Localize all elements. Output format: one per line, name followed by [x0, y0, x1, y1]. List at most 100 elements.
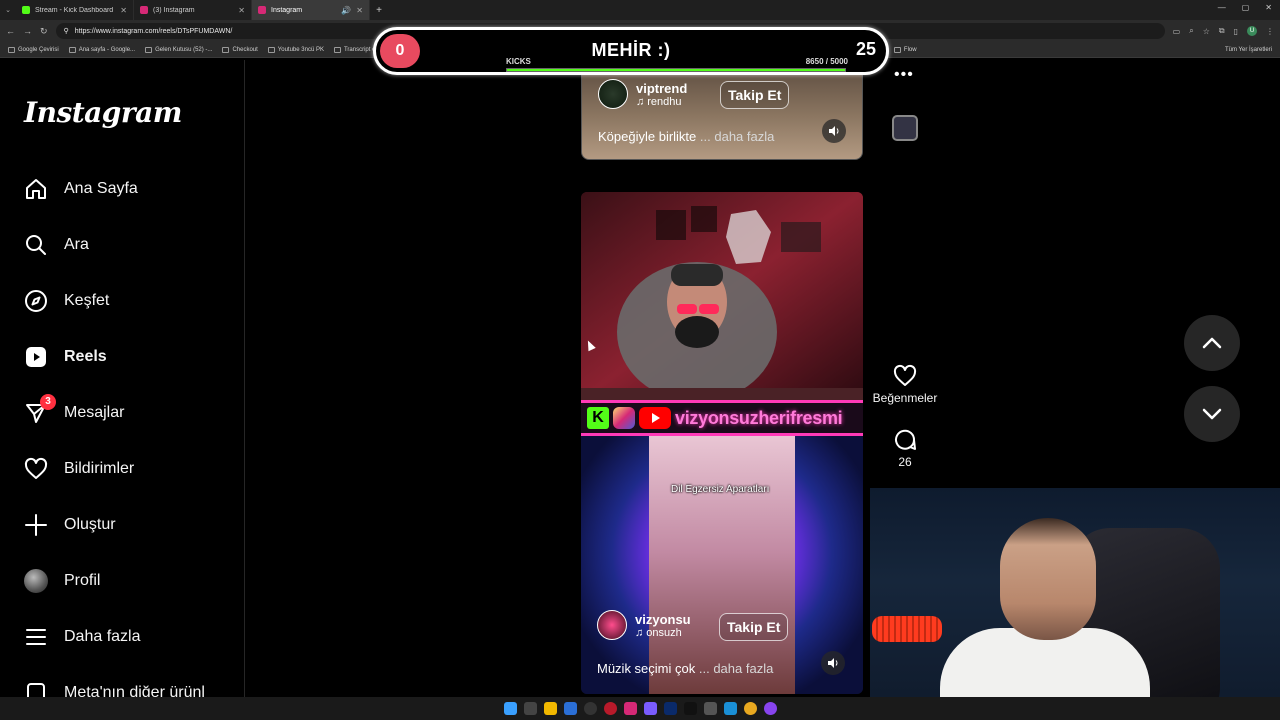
folder-icon: [145, 46, 153, 53]
zoom-icon[interactable]: ⌕: [1189, 26, 1193, 36]
sidebar-item-messages[interactable]: 3 Mesajlar: [24, 394, 124, 425]
reel-caption-more[interactable]: ... daha fazla: [700, 129, 774, 144]
site-info-icon[interactable]: ⚲: [64, 27, 69, 35]
tab-kick-dashboard[interactable]: Stream - Kick Dashboard ✕: [16, 0, 134, 20]
channel-banner: K vizyonsuzherifresmi: [581, 400, 863, 436]
task-view-icon[interactable]: [523, 702, 537, 715]
sidepanel-icon[interactable]: ▯: [1234, 27, 1238, 36]
folder-icon: [267, 46, 275, 53]
all-bookmarks-label: Tüm Yer İşaretleri: [1224, 46, 1272, 53]
instagram-app-icon[interactable]: [623, 702, 637, 715]
reel-caption[interactable]: Müzik seçimi çok ... daha fazla: [597, 661, 773, 676]
like-action[interactable]: Beğenmeler: [872, 364, 938, 405]
bookmark-item[interactable]: Flow: [893, 46, 917, 53]
comment-action[interactable]: 26: [872, 428, 938, 469]
explore-icon: [24, 289, 48, 313]
maximize-icon[interactable]: ▢: [1242, 3, 1250, 12]
app-icon[interactable]: [763, 702, 777, 715]
all-bookmarks-link[interactable]: Tüm Yer İşaretleri: [1225, 47, 1272, 53]
chrome-icon[interactable]: [743, 702, 757, 715]
close-window-icon[interactable]: ✕: [1265, 3, 1272, 12]
app-icon[interactable]: [563, 702, 577, 715]
capcut-icon[interactable]: [703, 702, 717, 715]
reel-current[interactable]: K vizyonsuzherifresmi Dil Egzersiz Apara…: [581, 192, 863, 694]
more-options-icon[interactable]: •••: [894, 66, 914, 84]
reel-caption[interactable]: Köpeğiyle birlikte ... daha fazla: [598, 129, 774, 144]
sidebar-item-create[interactable]: Oluştur: [24, 513, 116, 537]
tab-audio-icon[interactable]: 🔊: [341, 6, 351, 15]
minimize-icon[interactable]: —: [1218, 3, 1226, 12]
window-controls: — ▢ ✕: [1218, 3, 1272, 12]
mute-button[interactable]: [822, 119, 846, 143]
back-icon[interactable]: ←: [6, 26, 15, 36]
goal-progress-bar: [506, 68, 846, 72]
next-reel-button[interactable]: [1184, 386, 1240, 442]
goal-progress-text: 8650 / 5000: [805, 57, 848, 66]
sidebar-item-reels[interactable]: Reels: [24, 345, 107, 369]
instagram-logo[interactable]: Instagram: [24, 96, 182, 129]
mute-button[interactable]: [821, 651, 845, 675]
sidebar-item-more[interactable]: Daha fazla: [24, 625, 141, 649]
browser-tabbar: ⌄ Stream - Kick Dashboard ✕ (3) Instagra…: [0, 0, 1280, 20]
reel-username[interactable]: vizyonsu: [635, 612, 691, 627]
star-icon[interactable]: ☆: [1203, 27, 1210, 36]
reel-caption-text: Köpeğiyle birlikte: [598, 129, 697, 144]
discord-icon[interactable]: [643, 702, 657, 715]
tab-menu-icon[interactable]: ⌄: [0, 6, 16, 14]
bookmark-item[interactable]: Youtube 3ncü PK: [267, 46, 324, 53]
tab-label: Stream - Kick Dashboard: [35, 6, 114, 14]
sidebar-item-explore[interactable]: Keşfet: [24, 289, 109, 313]
music-note-icon: ♫: [635, 626, 644, 639]
tab-instagram-1[interactable]: (3) Instagram ✕: [134, 0, 252, 20]
reel-caption-more[interactable]: ... daha fazla: [699, 661, 773, 676]
cast-icon[interactable]: ▭: [1173, 27, 1181, 36]
obs-icon[interactable]: [583, 702, 597, 715]
follow-button[interactable]: Takip Et: [719, 613, 789, 641]
extensions-icon[interactable]: ⧉: [1219, 26, 1225, 36]
reel-audio[interactable]: ♫ rendhu: [636, 96, 687, 108]
reel-caption-text: Müzik seçimi çok: [597, 661, 696, 676]
bookmark-item[interactable]: Google Çevirisi: [8, 46, 59, 53]
sidebar-item-search[interactable]: Ara: [24, 233, 89, 257]
file-explorer-icon[interactable]: [543, 702, 557, 715]
original-audio-thumbnail[interactable]: [892, 115, 918, 141]
tiktok-icon[interactable]: [683, 702, 697, 715]
photoshop-icon[interactable]: [663, 702, 677, 715]
previous-reel-button[interactable]: [1184, 315, 1240, 371]
bookmark-item[interactable]: Ana sayfa - Google...: [68, 46, 136, 53]
edge-icon[interactable]: [723, 702, 737, 715]
reel-audio[interactable]: ♫ onsuzh: [635, 627, 691, 639]
tab-close-icon[interactable]: ✕: [356, 6, 363, 15]
comment-icon: [895, 429, 916, 450]
sidebar-item-notifications[interactable]: Bildirimler: [24, 457, 134, 481]
follow-button[interactable]: Takip Et: [720, 81, 790, 109]
folder-icon: [893, 46, 901, 53]
likes-label: Beğenmeler: [872, 391, 938, 405]
reel-previous[interactable]: viptrend ♫ rendhu Takip Et Köpeğiyle birl…: [581, 60, 863, 160]
reload-icon[interactable]: ↻: [40, 26, 48, 37]
sidebar-item-profile[interactable]: Profil: [24, 569, 100, 593]
reel-author: viptrend ♫ rendhu: [598, 79, 687, 109]
reel-username[interactable]: viptrend: [636, 81, 687, 96]
forward-icon[interactable]: →: [23, 26, 32, 36]
reel-author-avatar[interactable]: [598, 79, 628, 109]
bookmark-label: Ana sayfa - Google...: [78, 46, 136, 53]
browser-profile-avatar[interactable]: U: [1247, 26, 1257, 36]
microphone-icon: [872, 616, 942, 642]
reel-author-avatar[interactable]: [597, 610, 627, 640]
tab-close-icon[interactable]: ✕: [238, 6, 245, 15]
sidebar-item-home[interactable]: Ana Sayfa: [24, 177, 138, 201]
folder-icon: [333, 46, 341, 53]
start-icon[interactable]: [503, 702, 517, 715]
opera-icon[interactable]: [603, 702, 617, 715]
bookmark-item[interactable]: Checkout: [222, 46, 258, 53]
profile-avatar: [24, 569, 48, 593]
reels-icon: [24, 345, 48, 369]
tab-close-icon[interactable]: ✕: [120, 6, 127, 15]
streamer-illustration: [581, 192, 863, 402]
new-tab-button[interactable]: +: [370, 5, 388, 16]
browser-menu-icon[interactable]: ⋮: [1266, 27, 1274, 36]
instagram-sidebar: Instagram Ana Sayfa Ara Keşfet Reels 3 M…: [0, 60, 245, 701]
bookmark-item[interactable]: Gelen Kutusu (52) -...: [145, 46, 212, 53]
tab-instagram-active[interactable]: Instagram 🔊 ✕: [252, 0, 370, 20]
